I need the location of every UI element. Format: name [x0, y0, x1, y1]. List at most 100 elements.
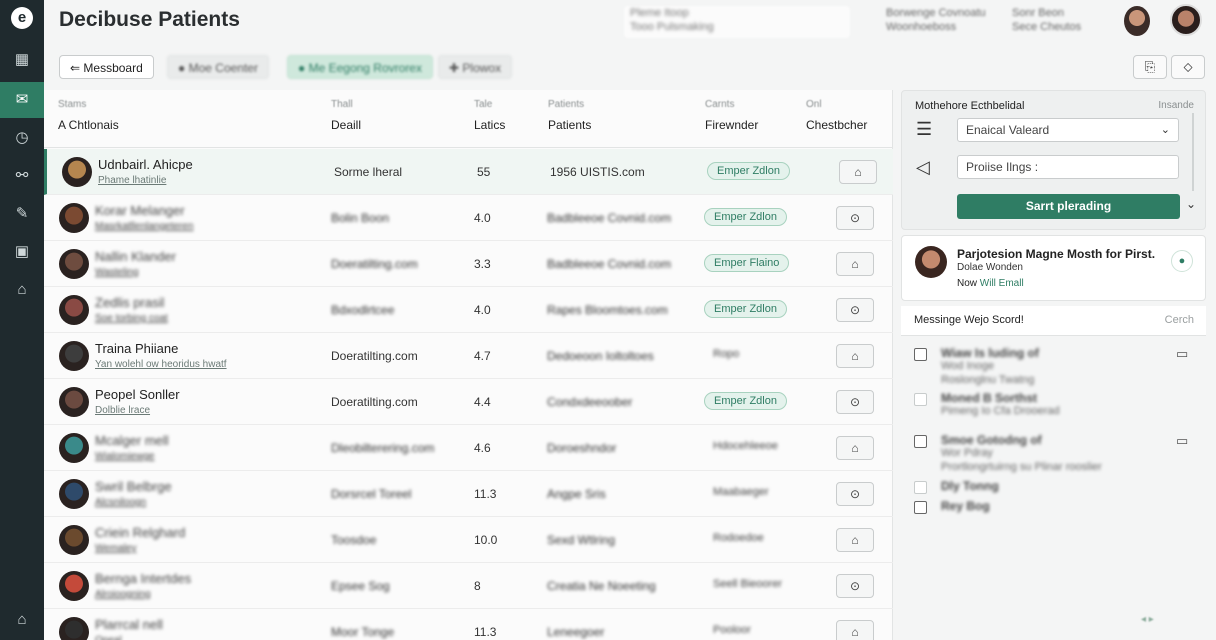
search-box[interactable]: Pleme Itoop Tooo Pulsmaking: [624, 6, 850, 38]
reports-icon[interactable]: ⌂: [0, 272, 44, 308]
patient-sub[interactable]: Yan wolehl ow heoridus hwatf: [95, 359, 227, 370]
profile-input[interactable]: Proiise Ilngs :: [957, 155, 1179, 179]
action-icon[interactable]: ⌂: [836, 620, 874, 640]
table-row[interactable]: Udnbairl. Ahicpe Phame lhatinlie Sorme lhe…: [44, 149, 893, 195]
card-icon[interactable]: ▣: [0, 234, 44, 270]
calendar-icon[interactable]: ▭: [1176, 346, 1188, 362]
avatar: [59, 617, 89, 640]
toolbar-button-3[interactable]: ● Me Eegong Rovrorex: [287, 55, 433, 79]
list-item-detail: Roslonglnu Twatng: [941, 374, 1035, 386]
action-icon[interactable]: ⊙: [836, 390, 874, 414]
action-icon[interactable]: ⌂: [836, 528, 874, 552]
patient-name[interactable]: Swril Belbrge: [95, 479, 172, 494]
patient-name[interactable]: Mcalger mell: [95, 433, 169, 448]
messages-search[interactable]: Cerch: [1165, 314, 1194, 326]
action-icon[interactable]: ⌂: [836, 344, 874, 368]
patient-sub[interactable]: Qpeal: [95, 635, 122, 640]
scrollbar[interactable]: [1192, 113, 1194, 191]
patient-sub[interactable]: Alcsniloogn: [95, 497, 146, 508]
patient-sub[interactable]: Phame lhatinlie: [98, 175, 166, 186]
patient-name[interactable]: Peopel Sonller: [95, 387, 180, 402]
checkbox[interactable]: [914, 435, 927, 448]
column-header[interactable]: Carnts Firewnder: [705, 90, 758, 132]
patient-name[interactable]: Criein Relghard: [95, 525, 185, 540]
table-row[interactable]: Nallin Klander Wasteling Doeratilting.com 3…: [44, 241, 893, 287]
calendar-icon[interactable]: ▭: [1176, 433, 1188, 449]
user-avatar[interactable]: [1170, 4, 1202, 36]
patient-name[interactable]: Plarrcal nell: [95, 617, 163, 632]
patient-sub[interactable]: Wasteling: [95, 267, 139, 278]
column-header[interactable]: Thall Deaill: [331, 90, 361, 132]
person-icon[interactable]: ●: [1171, 250, 1193, 272]
toolbar-button-4[interactable]: ✚ Plowox: [438, 55, 513, 79]
link-icon[interactable]: ⎘: [1133, 55, 1167, 79]
patient-sub[interactable]: Dolblie lrace: [95, 405, 150, 416]
toolbar-button-2[interactable]: ● Moe Coenter: [167, 55, 269, 79]
link-icon[interactable]: ⚯: [0, 158, 44, 194]
table-row[interactable]: Bernga Intertdes Alroioogning Epsee Sog 8 Cr…: [44, 563, 893, 609]
messboard-label: Messboard: [83, 61, 143, 75]
table-row[interactable]: Korar Melanger Masrkatllenlangeteren Bolin…: [44, 195, 893, 241]
patient-sub[interactable]: Alroioogning: [95, 589, 151, 600]
grid-icon[interactable]: ▦: [0, 42, 44, 78]
column-header[interactable]: Onl Chestbcher: [806, 90, 867, 132]
clock-icon[interactable]: ◷: [0, 120, 44, 156]
pen-icon[interactable]: ✎: [0, 196, 44, 232]
patients-cell: Doroeshndor: [547, 441, 617, 455]
table-row[interactable]: Criein Relghard Wemaley Toosdoe 10.0 Sexd Wt…: [44, 517, 893, 563]
patients-cell: Condxdeeoober: [547, 395, 633, 409]
action-icon[interactable]: ⊙: [836, 298, 874, 322]
pagination[interactable]: ◂ ▸: [1141, 614, 1154, 625]
patient-name[interactable]: Traina Phiiane: [95, 341, 178, 356]
checkbox[interactable]: [914, 501, 927, 514]
user-card-link[interactable]: Now Will Emall: [957, 278, 1024, 289]
checkbox[interactable]: [914, 348, 927, 361]
checkbox[interactable]: [914, 481, 927, 494]
chevron-down-icon[interactable]: ⌄: [1186, 197, 1196, 211]
column-header[interactable]: Stams A Chtlonais: [58, 90, 119, 132]
column-header[interactable]: Patients Patients: [548, 90, 591, 132]
patients-cell: Creatia Ne Noeeting: [547, 579, 656, 593]
app-logo[interactable]: e: [11, 7, 33, 29]
action-icon[interactable]: ⌂: [836, 252, 874, 276]
patient-name[interactable]: Udnbairl. Ahicpe: [98, 157, 193, 172]
patient-sub[interactable]: Soe torbing coat: [95, 313, 168, 324]
table-row[interactable]: Traina Phiiane Yan wolehl ow heoridus hwa…: [44, 333, 893, 379]
action-icon[interactable]: ⌂: [836, 436, 874, 460]
patient-name[interactable]: Zedlis prasil: [95, 295, 164, 310]
action-icon[interactable]: ⊙: [836, 206, 874, 230]
column-header[interactable]: Tale Latics: [474, 90, 505, 132]
table-row[interactable]: Mcalger mell Wialomiewge Dleobilterering.c…: [44, 425, 893, 471]
patient-name[interactable]: Bernga Intertdes: [95, 571, 191, 586]
avatar[interactable]: [1124, 6, 1150, 36]
latics-cell: 4.7: [474, 349, 491, 363]
email-link[interactable]: Will Emall: [980, 278, 1024, 289]
patient-sub[interactable]: Wemaley: [95, 543, 137, 554]
messboard-button[interactable]: ⇐ Messboard: [59, 55, 154, 79]
messages-bar: Messinge Wejo Scord! Cerch: [901, 306, 1206, 336]
table-row[interactable]: Plarrcal nell Qpeal Moor Tonge 11.3 Leneegoe…: [44, 609, 893, 640]
column-sub-label: Onl: [806, 99, 822, 110]
form-link[interactable]: Insande: [1158, 100, 1194, 111]
home-icon[interactable]: ⌂: [0, 602, 44, 638]
patient-sub[interactable]: Wialomiewge: [95, 451, 154, 462]
action-icon[interactable]: ⊙: [836, 574, 874, 598]
action-icon[interactable]: ⌂: [839, 160, 877, 184]
avatar: [59, 525, 89, 555]
submit-button[interactable]: Sarrt plerading: [957, 194, 1180, 219]
patient-sub[interactable]: Masrkatllenlangeteren: [95, 221, 193, 232]
tag-icon[interactable]: ⬦: [1171, 55, 1205, 79]
user-card: Parjotesion Magne Mosth for Pirst. Dolae…: [901, 235, 1206, 301]
patient-name[interactable]: Korar Melanger: [95, 203, 185, 218]
table-row[interactable]: Swril Belbrge Alcsniloogn Dorsrcel Toreel 1…: [44, 471, 893, 517]
table-row[interactable]: Peopel Sonller Dolblie lrace Doeratilting.…: [44, 379, 893, 425]
email-select[interactable]: Enaical Valeard ⌄: [957, 118, 1179, 142]
inbox-icon[interactable]: ✉: [0, 82, 50, 118]
list-item-title: Dly Tonng: [941, 479, 999, 493]
checkbox[interactable]: [914, 393, 927, 406]
patient-name[interactable]: Nallin Klander: [95, 249, 176, 264]
action-icon[interactable]: ⊙: [836, 482, 874, 506]
table-row[interactable]: Zedlis prasil Soe torbing coat Bdxodlrtcee…: [44, 287, 893, 333]
header-info-2-line-2: Sece Cheutos: [1012, 21, 1082, 33]
status-badge: Seell Bieoorer: [713, 578, 783, 590]
